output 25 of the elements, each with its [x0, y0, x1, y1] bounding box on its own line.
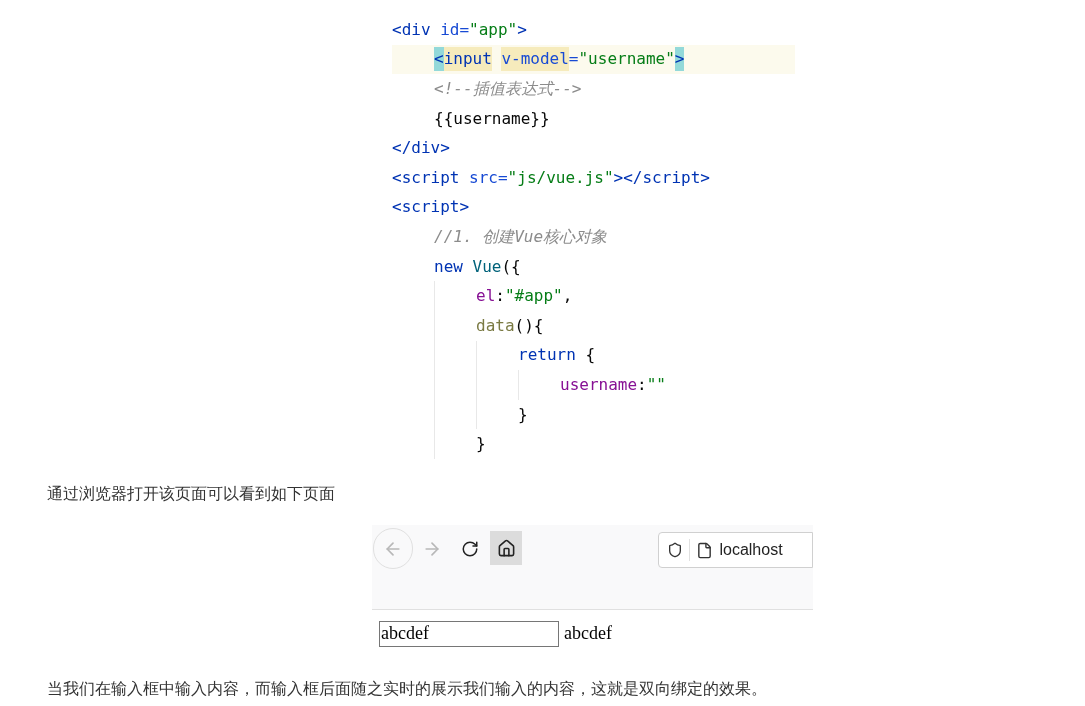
code-line: }	[392, 429, 795, 459]
paragraph: 当我们在输入框中输入内容，而输入框后面随之实时的展示我们输入的内容，这就是双向绑定的效果。	[47, 679, 767, 699]
address-bar[interactable]: localhost	[658, 532, 813, 568]
code-line: <script>	[392, 196, 471, 219]
code-line: el:"#app",	[392, 281, 795, 311]
code-line: <!--插值表达式-->	[433, 78, 583, 100]
code-line: //1. 创建Vue核心对象	[433, 225, 609, 248]
paragraph: 通过浏览器打开该页面可以看到如下页面	[47, 484, 335, 504]
code-line: return {	[392, 340, 795, 371]
shield-icon	[667, 542, 684, 558]
home-icon	[496, 538, 516, 558]
output-text: abcdef	[564, 622, 612, 645]
code-line: {{username}}	[433, 107, 551, 130]
url-text: localhost	[719, 540, 783, 560]
code-line: </div>	[392, 137, 451, 160]
code-line: <div id="app">	[392, 18, 528, 41]
input-field[interactable]: abcdef	[379, 620, 559, 647]
code-line: data(){	[392, 310, 795, 341]
code-line: new Vue({	[433, 255, 522, 278]
code-line: }	[392, 399, 795, 430]
page-icon	[696, 541, 714, 559]
code-line: <script src="js/vue.js"></script>	[392, 166, 711, 189]
home-button[interactable]	[489, 531, 523, 565]
reload-icon	[461, 539, 480, 558]
code-line: username:""	[392, 370, 795, 400]
